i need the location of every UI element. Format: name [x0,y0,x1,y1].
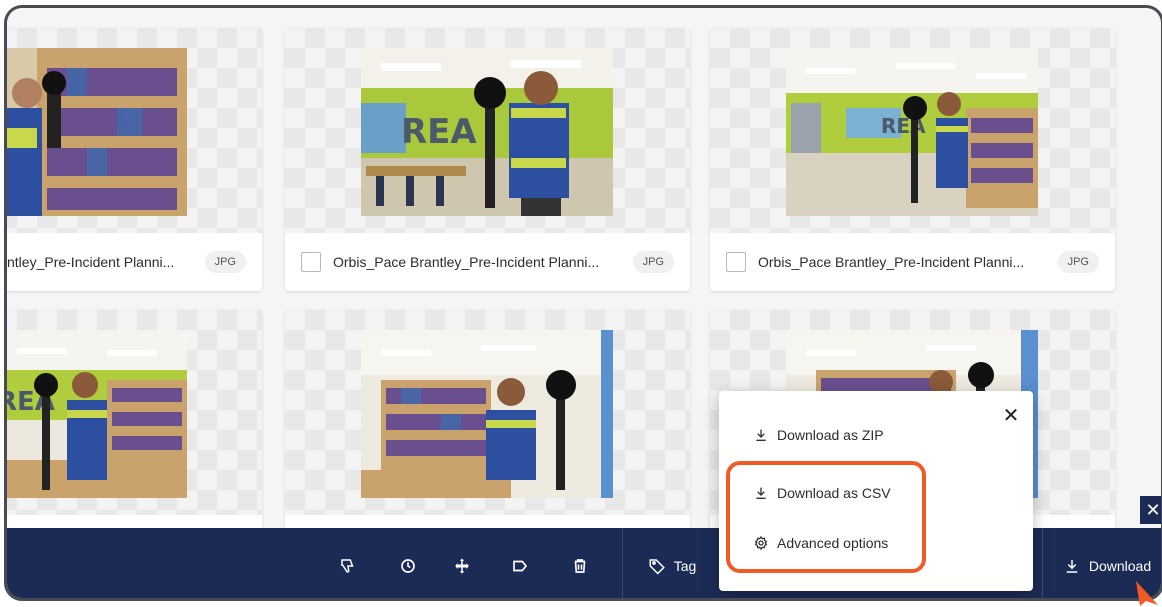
toolbar-dislike-button[interactable] [333,528,363,598]
library-photo: REA [361,48,613,216]
file-type-badge: JPG [204,251,246,273]
asset-caption: Orbis_Pace Brantley_Pre-Incident Planni.… [285,233,690,291]
download-zip-label: Download as ZIP [777,427,884,443]
file-type-badge: JPG [632,251,674,273]
toolbar-divider [622,528,623,598]
highlight-box [726,461,926,573]
asset-thumbnail[interactable] [285,310,690,515]
select-checkbox[interactable] [301,252,321,272]
close-icon[interactable]: ✕ [1001,405,1021,427]
clock-icon [401,559,415,573]
trash-icon [574,559,586,573]
asset-filename[interactable]: Orbis_Pace Brantley_Pre-Incident Planni.… [333,254,621,270]
close-selection-button[interactable]: ✕ [1140,496,1161,524]
library-photo [361,330,613,498]
download-label: Download [1088,558,1152,574]
library-photo [7,48,187,216]
asset-thumbnail[interactable]: REA [710,28,1115,233]
toolbar-move-button[interactable] [447,528,477,598]
asset-card[interactable]: REA Orbis_Pace Brantley_Pre-Incident Pla… [710,28,1115,291]
asset-thumbnail[interactable] [7,28,262,233]
file-type-badge: JPG [1057,251,1099,273]
cursor-arrow-icon [1136,581,1158,606]
asset-thumbnail[interactable]: REA [285,28,690,233]
label-icon [513,560,528,572]
toolbar-tag-button[interactable]: Tag [632,528,712,598]
asset-filename[interactable]: ntley_Pre-Incident Planni... [7,254,193,270]
asset-card[interactable]: REA Orbis_Pace Brantley_Pre-Incident Pla… [285,28,690,291]
library-photo: REA [7,330,187,498]
asset-thumbnail[interactable]: REA [7,310,262,515]
tag-label: Tag [673,558,697,574]
select-checkbox[interactable] [726,252,746,272]
asset-caption: ntley_Pre-Incident Planni... JPG [7,233,262,291]
asset-caption: Orbis_Pace Brantley_Pre-Incident Planni.… [710,233,1115,291]
thumbs-down-icon [341,559,354,573]
library-photo: REA [786,48,1038,216]
app-window: ntley_Pre-Incident Planni... JPG REA Orb… [4,5,1162,601]
toolbar-history-button[interactable] [393,528,423,598]
toolbar-divider [1042,528,1043,598]
asset-filename[interactable]: Orbis_Pace Brantley_Pre-Incident Planni.… [758,254,1046,270]
toolbar-delete-button[interactable] [565,528,595,598]
tag-icon [649,559,665,575]
download-icon [1066,560,1078,573]
toolbar-label-button[interactable] [505,528,535,598]
download-icon [756,429,766,441]
move-icon [455,558,469,574]
svg-text:REA: REA [401,112,477,152]
download-zip-option[interactable]: Download as ZIP [753,427,884,443]
asset-card[interactable]: ntley_Pre-Incident Planni... JPG [7,28,262,291]
